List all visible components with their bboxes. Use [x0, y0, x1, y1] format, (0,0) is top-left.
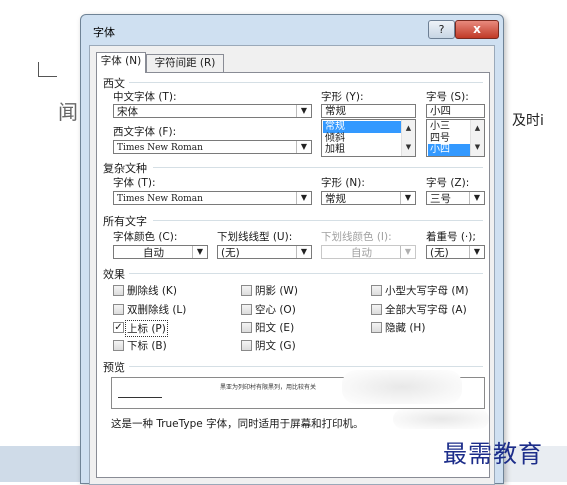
- underline-color-value: 自动: [351, 247, 372, 259]
- outline-label: 空心 (O): [255, 304, 296, 316]
- complex-group-divider: [153, 167, 483, 168]
- strikethrough-checkbox[interactable]: [113, 285, 124, 296]
- western-font-value: Times New Roman: [117, 143, 203, 153]
- font-dialog: 字体 ? x 字体 (N) 字符间距 (R) 西文 中文字体 (T): 宋体 ▼…: [80, 14, 504, 485]
- chevron-down-icon: ▼: [296, 105, 311, 117]
- dialog-title: 字体: [93, 26, 115, 39]
- font-style-input[interactable]: 常规: [321, 104, 416, 118]
- underline-color-select: 自动 ▼: [321, 245, 416, 259]
- subscript-label: 下标 (B): [127, 340, 167, 352]
- taskbar-band-left: [0, 446, 88, 482]
- small-caps-checkbox[interactable]: [371, 285, 382, 296]
- chevron-down-icon: ▼: [296, 141, 311, 153]
- chevron-down-icon: ▼: [469, 192, 484, 204]
- preview-note: 这是一种 TrueType 字体，同时适用于屏幕和打印机。: [111, 418, 364, 430]
- font-style-label: 字形 (Y):: [321, 91, 364, 103]
- outline-checkbox[interactable]: [241, 304, 252, 315]
- effects-group-title: 效果: [103, 268, 125, 281]
- underline-style-value: (无): [221, 247, 240, 259]
- complex-size-label: 字号 (Z):: [426, 177, 470, 189]
- western-group-divider: [129, 82, 483, 83]
- shadow-checkbox[interactable]: [241, 285, 252, 296]
- complex-size-value: 三号: [430, 193, 451, 205]
- western-font-label: 西文字体 (F):: [113, 126, 177, 138]
- document-margin-mark: [38, 62, 57, 77]
- strikethrough-label: 删除线 (K): [127, 285, 177, 297]
- font-size-label: 字号 (S):: [426, 91, 469, 103]
- note-blurred-area: [393, 409, 489, 429]
- preview-sample-text: 黑亚为列印村有限黑列，用比较有关: [220, 384, 317, 391]
- emphasis-mark-label: 着重号 (·);: [426, 231, 476, 243]
- font-size-scrollbar[interactable]: ▲ ▼: [470, 120, 484, 156]
- preview-group-title: 预览: [103, 361, 125, 374]
- complex-font-select[interactable]: Times New Roman ▼: [113, 191, 312, 205]
- engrave-label: 阴文 (G): [255, 340, 296, 352]
- chevron-down-icon: ▼: [400, 246, 415, 258]
- complex-size-select[interactable]: 三号 ▼: [426, 191, 485, 205]
- small-caps-label: 小型大写字母 (M): [385, 285, 469, 297]
- engrave-checkbox[interactable]: [241, 340, 252, 351]
- watermark-text: 最需教育: [443, 440, 543, 468]
- chevron-down-icon: ▼: [192, 246, 207, 258]
- font-style-option[interactable]: 加粗: [323, 144, 401, 156]
- effects-group-divider: [129, 273, 483, 274]
- font-size-input[interactable]: 小四: [426, 104, 485, 118]
- font-size-list[interactable]: 小三 四号 小四 ▲ ▼: [426, 119, 485, 157]
- western-font-select[interactable]: Times New Roman ▼: [113, 140, 312, 154]
- chevron-down-icon: ▼: [469, 246, 484, 258]
- shadow-label: 阴影 (W): [255, 285, 298, 297]
- hidden-checkbox[interactable]: [371, 322, 382, 333]
- complex-font-value: Times New Roman: [117, 194, 203, 204]
- emboss-checkbox[interactable]: [241, 322, 252, 333]
- font-color-select[interactable]: 自动 ▼: [113, 245, 208, 259]
- double-strikethrough-label: 双删除线 (L): [127, 304, 187, 316]
- complex-style-label: 字形 (N):: [321, 177, 365, 189]
- all-text-group-title: 所有文字: [103, 215, 147, 228]
- dialog-titlebar[interactable]: 字体 ? x: [81, 15, 503, 45]
- font-style-scrollbar[interactable]: ▲ ▼: [401, 120, 415, 156]
- chevron-down-icon: ▼: [400, 192, 415, 204]
- tab-character-spacing[interactable]: 字符间距 (R): [146, 54, 224, 72]
- preview-box: 黑亚为列印村有限黑列，用比较有关: [111, 370, 485, 409]
- emphasis-mark-select[interactable]: (无) ▼: [426, 245, 485, 259]
- emphasis-mark-value: (无): [430, 247, 449, 259]
- underline-style-label: 下划线线型 (U):: [217, 231, 293, 243]
- font-tab-panel: 西文 中文字体 (T): 宋体 ▼ 西文字体 (F): Times New Ro…: [96, 72, 490, 478]
- chinese-font-value: 宋体: [117, 106, 138, 118]
- chevron-down-icon: ▼: [296, 246, 311, 258]
- hidden-label: 隐藏 (H): [385, 322, 426, 334]
- font-color-value: 自动: [143, 247, 164, 259]
- complex-font-label: 字体 (T):: [113, 177, 156, 189]
- complex-style-value: 常规: [325, 193, 346, 205]
- dialog-body: 字体 (N) 字符间距 (R) 西文 中文字体 (T): 宋体 ▼ 西文字体 (…: [89, 45, 495, 485]
- close-button[interactable]: x: [455, 20, 499, 39]
- font-style-option[interactable]: 常规: [323, 121, 401, 133]
- emboss-label: 阳文 (E): [255, 322, 295, 334]
- all-caps-checkbox[interactable]: [371, 304, 382, 315]
- double-strikethrough-checkbox[interactable]: [113, 304, 124, 315]
- preview-baseline-left: [118, 397, 162, 398]
- font-style-list[interactable]: 常规 倾斜 加粗 ▲ ▼: [321, 119, 416, 157]
- preview-blurred-area: [342, 370, 462, 404]
- superscript-label: 上标 (P): [125, 320, 168, 337]
- complex-group-title: 复杂文种: [103, 162, 147, 175]
- document-text-left: 闻: [58, 100, 78, 124]
- complex-style-select[interactable]: 常规 ▼: [321, 191, 416, 205]
- underline-style-select[interactable]: (无) ▼: [217, 245, 312, 259]
- all-caps-label: 全部大写字母 (A): [385, 304, 467, 316]
- font-color-label: 字体颜色 (C):: [113, 231, 178, 243]
- subscript-checkbox[interactable]: [113, 340, 124, 351]
- document-text-right: 及时i: [512, 113, 544, 129]
- font-size-option[interactable]: 小四: [428, 144, 470, 156]
- all-text-group-divider: [153, 220, 483, 221]
- chinese-font-label: 中文字体 (T):: [113, 91, 177, 103]
- chinese-font-select[interactable]: 宋体 ▼: [113, 104, 312, 118]
- font-size-option[interactable]: 小三: [428, 121, 470, 133]
- preview-group-divider: [129, 366, 483, 367]
- help-button[interactable]: ?: [428, 20, 455, 39]
- chevron-down-icon: ▼: [296, 192, 311, 204]
- underline-color-label: 下划线颜色 (I):: [321, 231, 392, 243]
- superscript-checkbox[interactable]: ✓: [113, 322, 124, 333]
- tab-font[interactable]: 字体 (N): [96, 52, 146, 73]
